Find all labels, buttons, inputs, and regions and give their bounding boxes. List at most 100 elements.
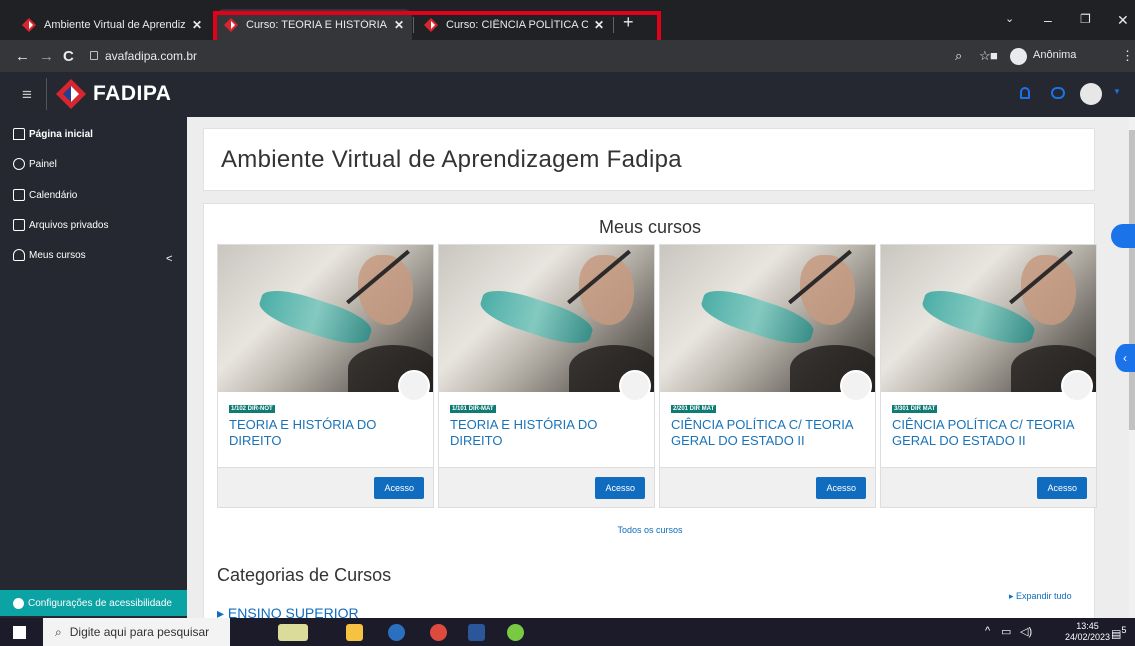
hand-shape [358,255,413,325]
sidebar-item-calendario[interactable]: Calendário [13,189,77,201]
word-icon[interactable] [468,624,485,641]
sidebar-item-label: Página inicial [29,128,93,140]
course-image[interactable] [439,245,654,392]
app-icon[interactable] [507,624,524,641]
teacher-avatar [398,370,430,402]
url-field[interactable]: avafadipa.com.br [105,49,197,63]
categories-heading: Categorias de Cursos [217,565,392,585]
windows-start-icon[interactable] [13,626,26,639]
course-footer: Acesso [660,467,875,507]
address-bar: ← → C avafadipa.com.br ⌕ ☆ ■ Anônima ⋮ [0,40,1135,72]
accessibility-widget-button[interactable] [1111,224,1135,248]
close-tab-icon[interactable]: ✕ [192,18,202,32]
site-header: ≡ FADIPA ▼ [0,72,1135,117]
home-icon [13,128,25,140]
sidebar-item-label: Arquivos privados [29,219,109,231]
hamburger-menu-icon[interactable]: ≡ [22,85,32,105]
browser-tab-ambiente[interactable]: Ambiente Virtual de Aprendizage ✕ [14,9,210,40]
course-name-link[interactable]: CIÊNCIA POLÍTICA C/ TEORIA GERAL DO ESTA… [892,417,1092,449]
course-card[interactable]: 1/101 DIR-MAT TEORIA E HISTÓRIA DO DIREI… [438,244,655,508]
sidepanel-icon[interactable]: ■ [990,48,998,63]
volume-icon[interactable]: ◁) [1020,625,1032,638]
minimize-icon[interactable]: – [1044,12,1052,28]
course-card[interactable]: 1/102 DIR-NOT TEORIA E HISTÓRIA DO DIREI… [217,244,434,508]
tab-search-icon[interactable]: ⌄ [1005,12,1014,25]
hand-shape [800,255,855,325]
incognito-icon[interactable] [1010,48,1027,65]
file-explorer-icon[interactable] [346,624,363,641]
sidebar-item-meus-cursos[interactable]: Meus cursos [13,249,86,261]
scrollbar-thumb[interactable] [1129,130,1135,430]
course-image[interactable] [660,245,875,392]
fadipa-favicon-icon [22,17,36,32]
course-image[interactable] [218,245,433,392]
tray-chevron-icon[interactable]: ^ [985,625,990,637]
forward-icon[interactable]: → [39,48,54,65]
hand-shape [579,255,634,325]
windows-taskbar: ⌕ Digite aqui para pesquisar ^ ▭ ◁) 13:4… [0,618,1135,646]
widgets-icon[interactable] [278,624,308,641]
clock-time: 13:45 [1076,621,1099,631]
expand-all-link[interactable]: ▸ Expandir tudo [1009,591,1072,602]
user-menu-chevron-icon[interactable]: ▼ [1113,87,1121,96]
system-clock[interactable]: 13:45 24/02/2023 [1065,621,1110,643]
course-badge: 2/201 DIR MAT [671,405,717,413]
bookmark-star-icon[interactable]: ☆ [979,48,991,64]
acesso-button[interactable]: Acesso [374,477,424,499]
graduation-icon [13,249,25,261]
course-name-link[interactable]: TEORIA E HISTÓRIA DO DIREITO [450,417,650,449]
courses-card: Meus cursos 1/102 DIR-NOT TEORIA E HISTÓ… [203,203,1097,633]
sidebar-item-label: Painel [29,158,57,170]
notification-count: 5 [1121,625,1127,635]
notification-bell-icon[interactable] [1020,87,1030,99]
teacher-avatar [1061,370,1093,402]
search-icon: ⌕ [55,624,62,639]
sidebar-item-label: Meus cursos [29,249,86,261]
hand-shape [1021,255,1076,325]
acesso-button[interactable]: Acesso [816,477,866,499]
logo-text[interactable]: FADIPA [93,82,171,106]
drawer-toggle-chevron-icon[interactable]: ‹ [1115,344,1135,372]
acesso-button[interactable]: Acesso [595,477,645,499]
chrome-icon[interactable] [430,624,447,641]
files-icon [13,219,25,231]
page-header-card: Ambiente Virtual de Aprendizagem Fadipa [203,128,1095,191]
chevron-left-icon[interactable]: < [166,253,172,265]
accessibility-icon [13,597,24,609]
taskbar-search-box[interactable]: ⌕ Digite aqui para pesquisar [43,618,230,646]
course-card[interactable]: 2/201 DIR MAT CIÊNCIA POLÍTICA C/ TEORIA… [659,244,876,508]
profile-label[interactable]: Anônima [1033,49,1076,61]
sidebar-item-pagina-inicial[interactable]: Página inicial [13,128,93,140]
back-icon[interactable]: ← [15,48,30,65]
notification-center-icon[interactable]: ▤5 [1111,625,1127,641]
clock-date: 24/02/2023 [1065,632,1111,642]
tab-label: Ambiente Virtual de Aprendizage [44,18,186,31]
sidebar-item-arquivos-privados[interactable]: Arquivos privados [13,219,108,231]
course-footer: Acesso [881,467,1096,507]
course-name-link[interactable]: TEORIA E HISTÓRIA DO DIREITO [229,417,429,449]
reload-icon[interactable]: C [63,48,74,65]
course-name-link[interactable]: CIÊNCIA POLÍTICA C/ TEORIA GERAL DO ESTA… [671,417,871,449]
acesso-button[interactable]: Acesso [1037,477,1087,499]
expand-all-label: Expandir tudo [1016,591,1072,601]
browser-menu-icon[interactable]: ⋮ [1121,48,1134,64]
restore-icon[interactable]: ❐ [1080,12,1091,26]
course-image[interactable] [881,245,1096,392]
page-title: Ambiente Virtual de Aprendizagem Fadipa [221,146,682,173]
messages-icon[interactable] [1051,87,1065,99]
course-badge: 1/102 DIR-NOT [229,405,275,413]
accessibility-label: Configurações de acessibilidade [28,597,172,609]
window-close-icon[interactable]: ✕ [1117,12,1129,29]
nav-drawer: Página inicial Painel Calendário Arquivo… [0,117,187,618]
user-avatar[interactable] [1080,83,1102,105]
course-footer: Acesso [218,467,433,507]
accessibility-settings-button[interactable]: Configurações de acessibilidade [0,590,187,616]
course-card[interactable]: 3/301 DIR MAT CIÊNCIA POLÍTICA C/ TEORIA… [880,244,1097,508]
lock-icon [90,51,98,60]
app-icon[interactable] [388,624,405,641]
zoom-icon[interactable]: ⌕ [955,48,962,64]
fadipa-logo-icon[interactable] [56,79,86,109]
network-icon[interactable]: ▭ [1001,625,1011,638]
sidebar-item-painel[interactable]: Painel [13,158,57,170]
all-courses-link[interactable]: Todos os cursos [204,525,1096,535]
